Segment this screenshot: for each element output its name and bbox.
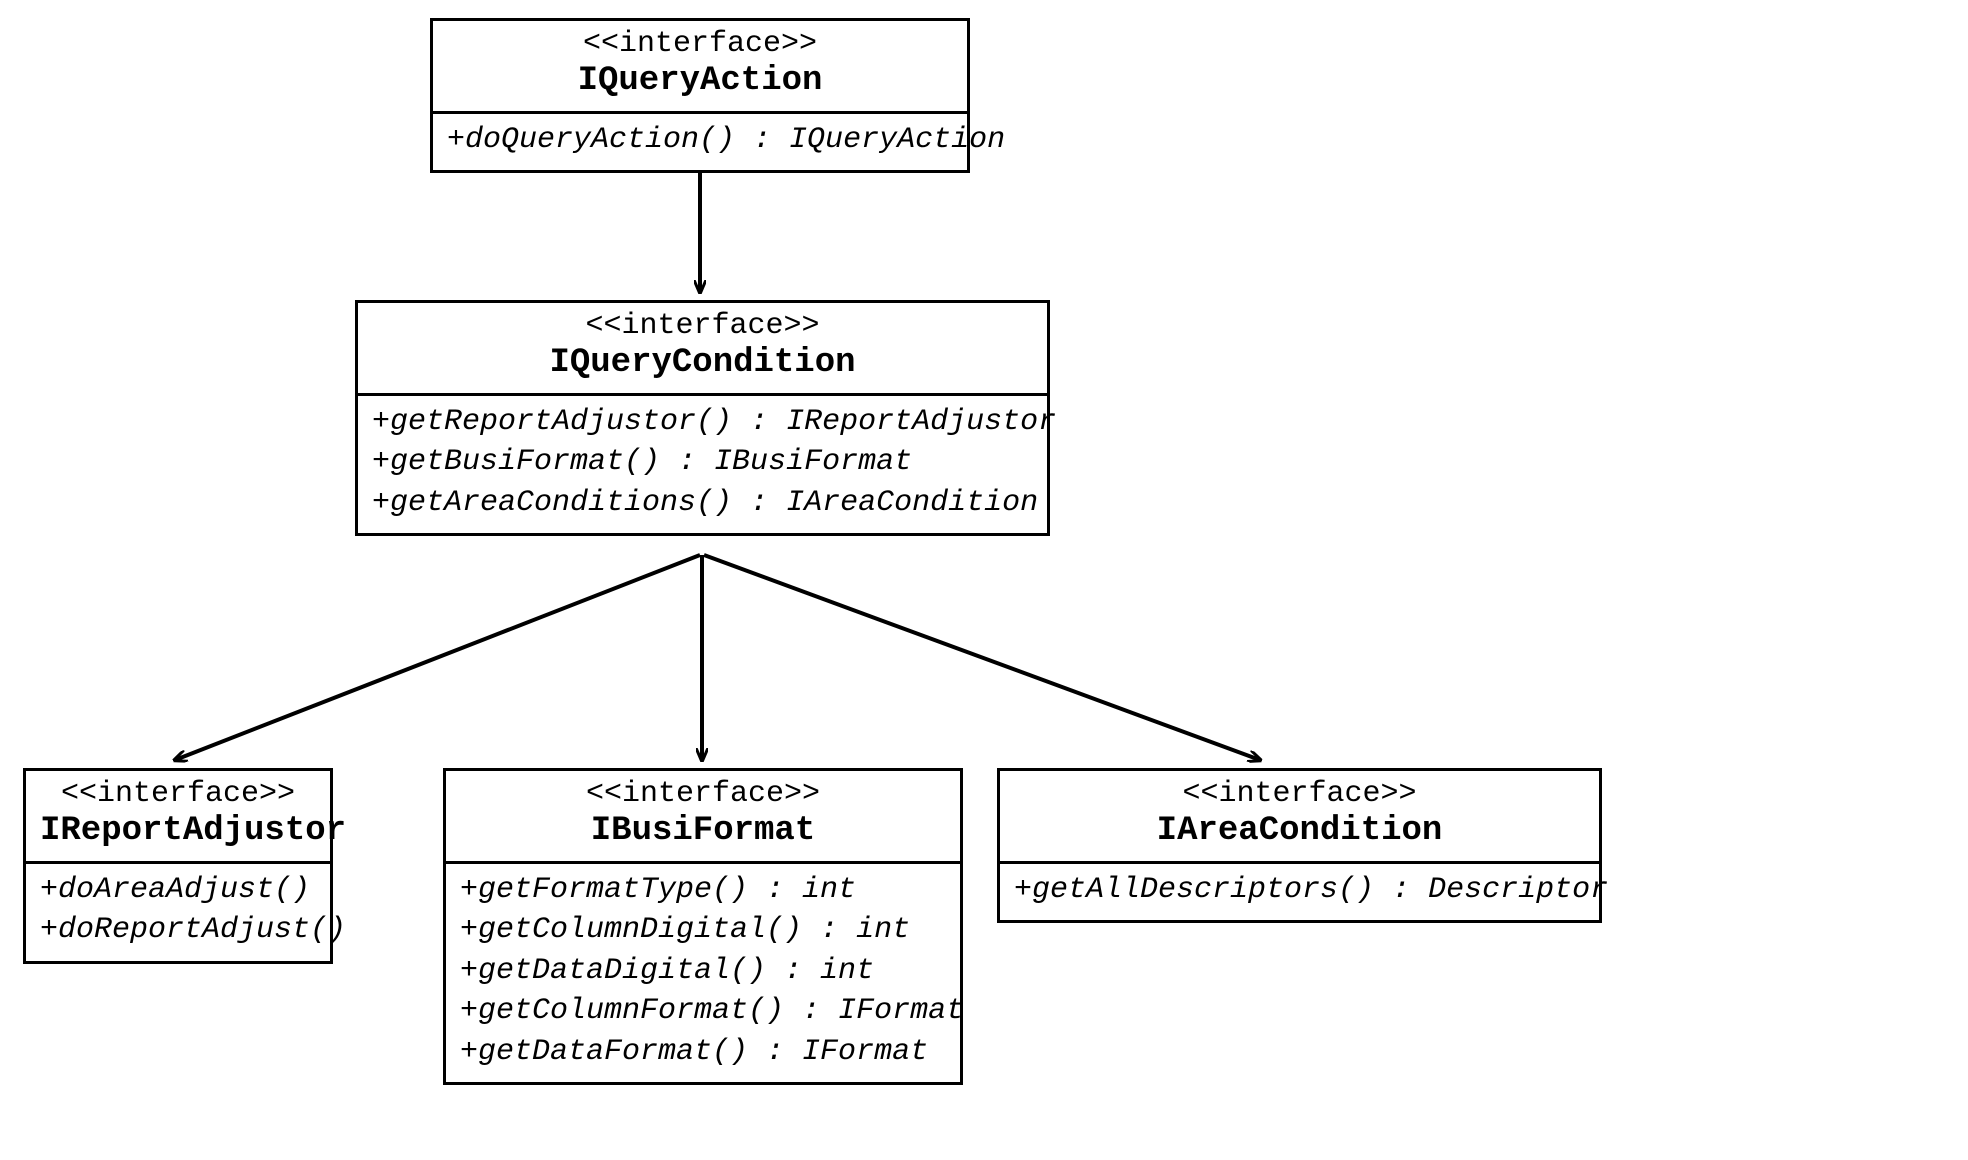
class-methods: +doAreaAdjust() +doReportAdjust() bbox=[26, 864, 330, 961]
class-name: IBusiFormat bbox=[460, 812, 946, 851]
class-name: IReportAdjustor bbox=[40, 812, 316, 851]
class-header: <<interface>> IBusiFormat bbox=[446, 771, 960, 864]
class-name: IAreaCondition bbox=[1014, 812, 1585, 851]
class-methods: +getFormatType() : int +getColumnDigital… bbox=[446, 864, 960, 1083]
class-iqueryaction: <<interface>> IQueryAction +doQueryActio… bbox=[430, 18, 970, 173]
class-methods: +doQueryAction() : IQueryAction bbox=[433, 114, 967, 171]
connectors-layer bbox=[0, 0, 1968, 1160]
stereotype-label: <<interface>> bbox=[447, 27, 953, 62]
class-header: <<interface>> IQueryCondition bbox=[358, 303, 1047, 396]
edge-condition-to-reportadjustor bbox=[175, 555, 700, 760]
class-name: IQueryCondition bbox=[372, 344, 1033, 383]
class-methods: +getReportAdjustor() : IReportAdjustor +… bbox=[358, 396, 1047, 534]
class-iquerycondition: <<interface>> IQueryCondition +getReport… bbox=[355, 300, 1050, 536]
class-header: <<interface>> IAreaCondition bbox=[1000, 771, 1599, 864]
class-ireportadjustor: <<interface>> IReportAdjustor +doAreaAdj… bbox=[23, 768, 333, 964]
edge-condition-to-areacondition bbox=[704, 555, 1260, 760]
stereotype-label: <<interface>> bbox=[1014, 777, 1585, 812]
class-header: <<interface>> IReportAdjustor bbox=[26, 771, 330, 864]
stereotype-label: <<interface>> bbox=[372, 309, 1033, 344]
class-name: IQueryAction bbox=[447, 62, 953, 101]
class-methods: +getAllDescriptors() : Descriptor bbox=[1000, 864, 1599, 921]
class-ibusiformat: <<interface>> IBusiFormat +getFormatType… bbox=[443, 768, 963, 1085]
stereotype-label: <<interface>> bbox=[40, 777, 316, 812]
class-header: <<interface>> IQueryAction bbox=[433, 21, 967, 114]
stereotype-label: <<interface>> bbox=[460, 777, 946, 812]
class-iareacondition: <<interface>> IAreaCondition +getAllDesc… bbox=[997, 768, 1602, 923]
